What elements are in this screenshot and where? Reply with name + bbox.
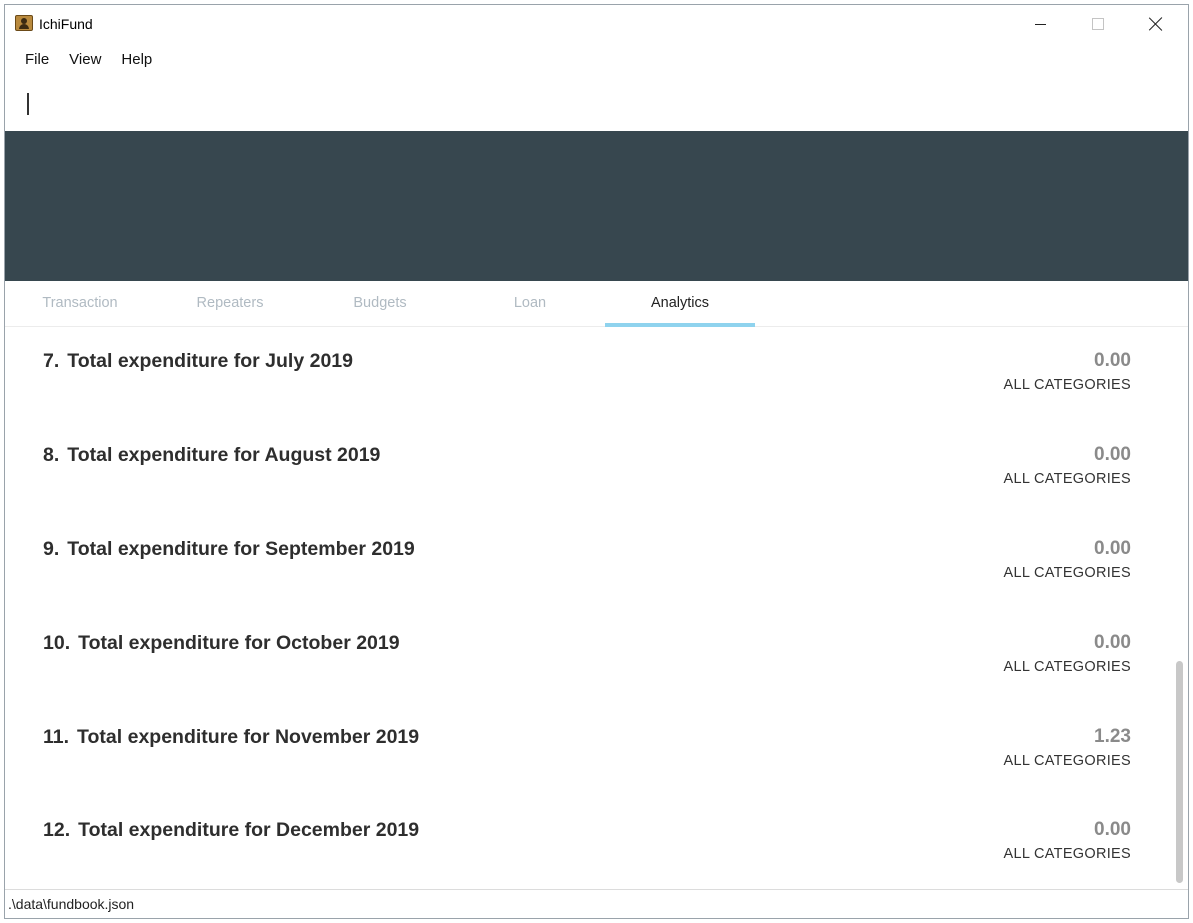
item-title: 8. Total expenditure for August 2019 [43, 444, 380, 467]
menu-file[interactable]: File [15, 43, 59, 77]
tab-budgets[interactable]: Budgets [305, 281, 455, 327]
item-title: 12. Total expenditure for December 2019 [43, 819, 419, 842]
item-category: ALL CATEGORIES [1003, 659, 1131, 675]
list-item[interactable]: 7. Total expenditure for July 2019 0.00 A… [5, 328, 1145, 422]
tab-transaction[interactable]: Transaction [5, 281, 155, 327]
item-title: 7. Total expenditure for July 2019 [43, 350, 353, 373]
item-index: 8. [43, 444, 60, 466]
item-value: 0.00 [1094, 632, 1131, 653]
command-box [5, 77, 1188, 131]
window-title: IchiFund [39, 16, 93, 32]
item-category: ALL CATEGORIES [1003, 377, 1131, 393]
item-value: 0.00 [1094, 444, 1131, 465]
item-value: 0.00 [1094, 819, 1131, 840]
result-display [5, 131, 1188, 281]
list-item[interactable]: 8. Total expenditure for August 2019 0.00… [5, 422, 1145, 516]
list-item[interactable]: 10. Total expenditure for October 2019 0.… [5, 610, 1145, 704]
title-bar: IchiFund [5, 5, 1188, 43]
item-title: 9. Total expenditure for September 2019 [43, 538, 415, 561]
item-value: 0.00 [1094, 350, 1131, 371]
text-caret [27, 93, 29, 115]
maximize-button[interactable] [1069, 5, 1127, 43]
status-bar: .\data\fundbook.json [5, 889, 1188, 918]
item-value: 0.00 [1094, 538, 1131, 559]
item-category: ALL CATEGORIES [1003, 565, 1131, 581]
item-category: ALL CATEGORIES [1003, 846, 1131, 862]
tab-analytics[interactable]: Analytics [605, 281, 755, 327]
item-index: 9. [43, 538, 60, 560]
tab-repeaters[interactable]: Repeaters [155, 281, 305, 327]
item-category: ALL CATEGORIES [1003, 471, 1131, 487]
minimize-icon [1034, 23, 1046, 25]
menu-help[interactable]: Help [111, 43, 162, 77]
list-item[interactable]: 12. Total expenditure for December 2019 0… [5, 797, 1145, 888]
item-value: 1.23 [1094, 726, 1131, 747]
item-index: 12. [43, 819, 71, 841]
maximize-icon [1092, 18, 1104, 30]
scrollbar-thumb[interactable] [1176, 661, 1183, 883]
item-title: 10. Total expenditure for October 2019 [43, 632, 400, 655]
item-title-text: Total expenditure for October 2019 [78, 632, 400, 654]
item-title-text: Total expenditure for August 2019 [67, 444, 381, 466]
app-window: IchiFund File View Help Transaction Repe… [4, 4, 1189, 919]
command-input[interactable] [21, 91, 1171, 119]
list-item[interactable]: 9. Total expenditure for September 2019 0… [5, 516, 1145, 610]
item-title-text: Total expenditure for December 2019 [78, 819, 420, 841]
item-title-text: Total expenditure for September 2019 [67, 538, 415, 560]
menu-bar: File View Help [5, 43, 1188, 77]
close-icon [1149, 17, 1163, 31]
item-title-text: Total expenditure for November 2019 [77, 726, 420, 748]
item-title: 11. Total expenditure for November 2019 [43, 726, 419, 749]
item-title-text: Total expenditure for July 2019 [67, 350, 353, 372]
save-file-path: .\data\fundbook.json [8, 896, 135, 912]
menu-view[interactable]: View [59, 43, 111, 77]
analytics-list[interactable]: 7. Total expenditure for July 2019 0.00 A… [5, 328, 1180, 888]
item-index: 10. [43, 632, 71, 654]
close-button[interactable] [1127, 5, 1185, 43]
minimize-button[interactable] [1011, 5, 1069, 43]
tab-loan[interactable]: Loan [455, 281, 605, 327]
list-item[interactable]: 11. Total expenditure for November 2019 1… [5, 704, 1145, 798]
app-icon [15, 15, 33, 31]
tab-bar: Transaction Repeaters Budgets Loan Analy… [5, 281, 1188, 327]
item-category: ALL CATEGORIES [1003, 753, 1131, 769]
item-index: 7. [43, 350, 60, 372]
item-index: 11. [43, 726, 70, 748]
